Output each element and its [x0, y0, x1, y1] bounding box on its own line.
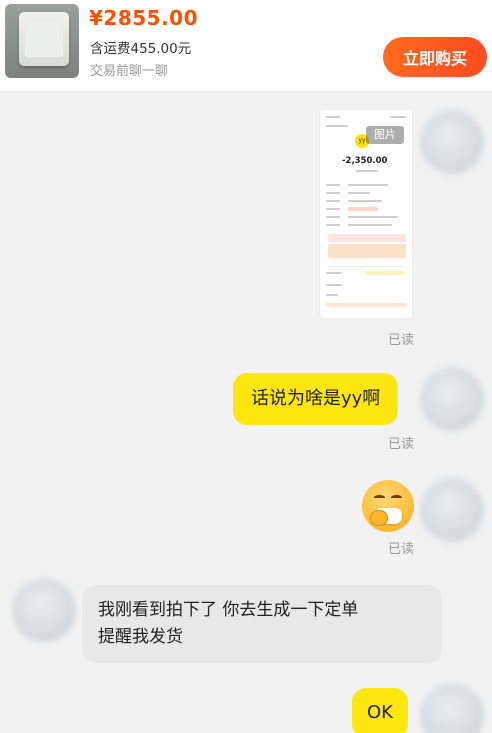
shipping-fee: 含运费455.00元: [90, 41, 192, 57]
promo-banner: [328, 234, 406, 242]
read-status: 已读: [388, 437, 415, 452]
seller-avatar[interactable]: [12, 578, 76, 642]
promo-banner: [328, 244, 406, 258]
emoji-eye: [391, 495, 402, 500]
detail-row: [326, 272, 342, 274]
product-header: ¥2855.00 含运费455.00元 交易前聊一聊 立即购买: [0, 0, 492, 92]
chat-hint: 交易前聊一聊: [90, 64, 169, 79]
detail-row: [348, 200, 382, 202]
my-message[interactable]: 话说为啥是yy啊: [233, 373, 399, 425]
product-image: [19, 12, 69, 66]
payment-status: [356, 170, 378, 172]
my-avatar[interactable]: [420, 110, 484, 174]
emoji-eye: [374, 495, 385, 500]
detail-row: [326, 200, 340, 202]
detail-row: [326, 216, 340, 218]
detail-row: [326, 208, 340, 210]
buy-now-button[interactable]: 立即购买: [383, 37, 487, 77]
nav-title: [326, 125, 348, 127]
image-badge: 图片: [366, 126, 404, 144]
divider: [326, 266, 406, 267]
detail-row: [326, 192, 340, 194]
detail-row: [326, 294, 338, 296]
payment-amount: -2,350.00: [342, 156, 388, 166]
detail-row: [348, 216, 398, 218]
product-thumbnail[interactable]: [5, 4, 79, 78]
detail-row: [326, 284, 342, 286]
seller-message[interactable]: 我刚看到拍下了 你去生成一下定单 提醒我发货: [82, 585, 442, 663]
detail-tag: [366, 271, 404, 275]
face-with-mask-emoji[interactable]: [362, 480, 414, 532]
detail-row: [348, 192, 370, 194]
detail-row: [326, 224, 340, 226]
product-price: ¥2855.00: [89, 6, 199, 30]
read-status: 已读: [388, 333, 415, 348]
notice-bar: [326, 303, 406, 307]
message-line: 我刚看到拍下了 你去生成一下定单: [98, 600, 359, 620]
detail-row: [326, 184, 340, 186]
emoji-hand: [370, 510, 388, 526]
my-avatar[interactable]: [420, 478, 484, 542]
detail-row: [348, 224, 392, 226]
message-line: 提醒我发货: [98, 627, 183, 647]
my-message[interactable]: OK: [352, 688, 408, 733]
read-status: 已读: [388, 542, 415, 557]
my-avatar[interactable]: [420, 367, 484, 431]
status-bar: [390, 116, 406, 118]
detail-row: [348, 184, 388, 186]
my-avatar[interactable]: [420, 683, 484, 733]
detail-tag: [348, 207, 378, 211]
image-message[interactable]: yy -2,350.00 图片: [320, 110, 412, 318]
status-bar: [326, 116, 340, 118]
